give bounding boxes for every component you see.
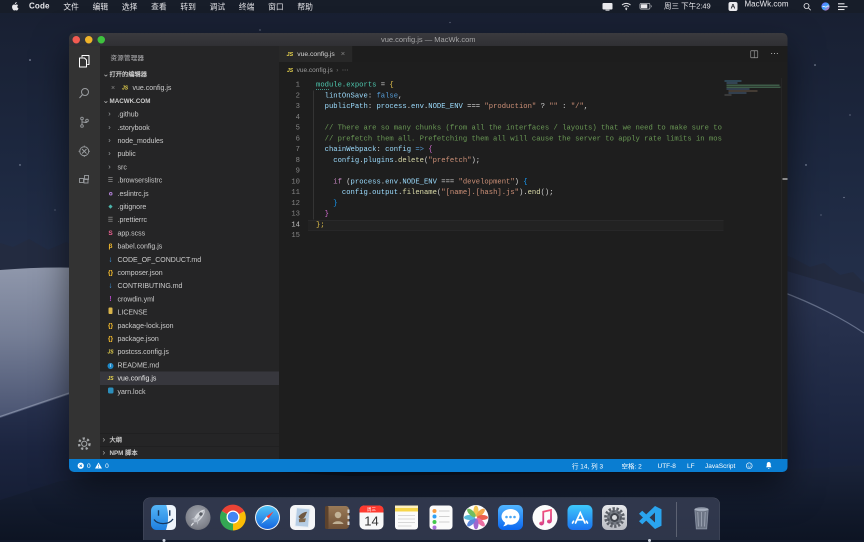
- svg-text:14: 14: [364, 514, 378, 529]
